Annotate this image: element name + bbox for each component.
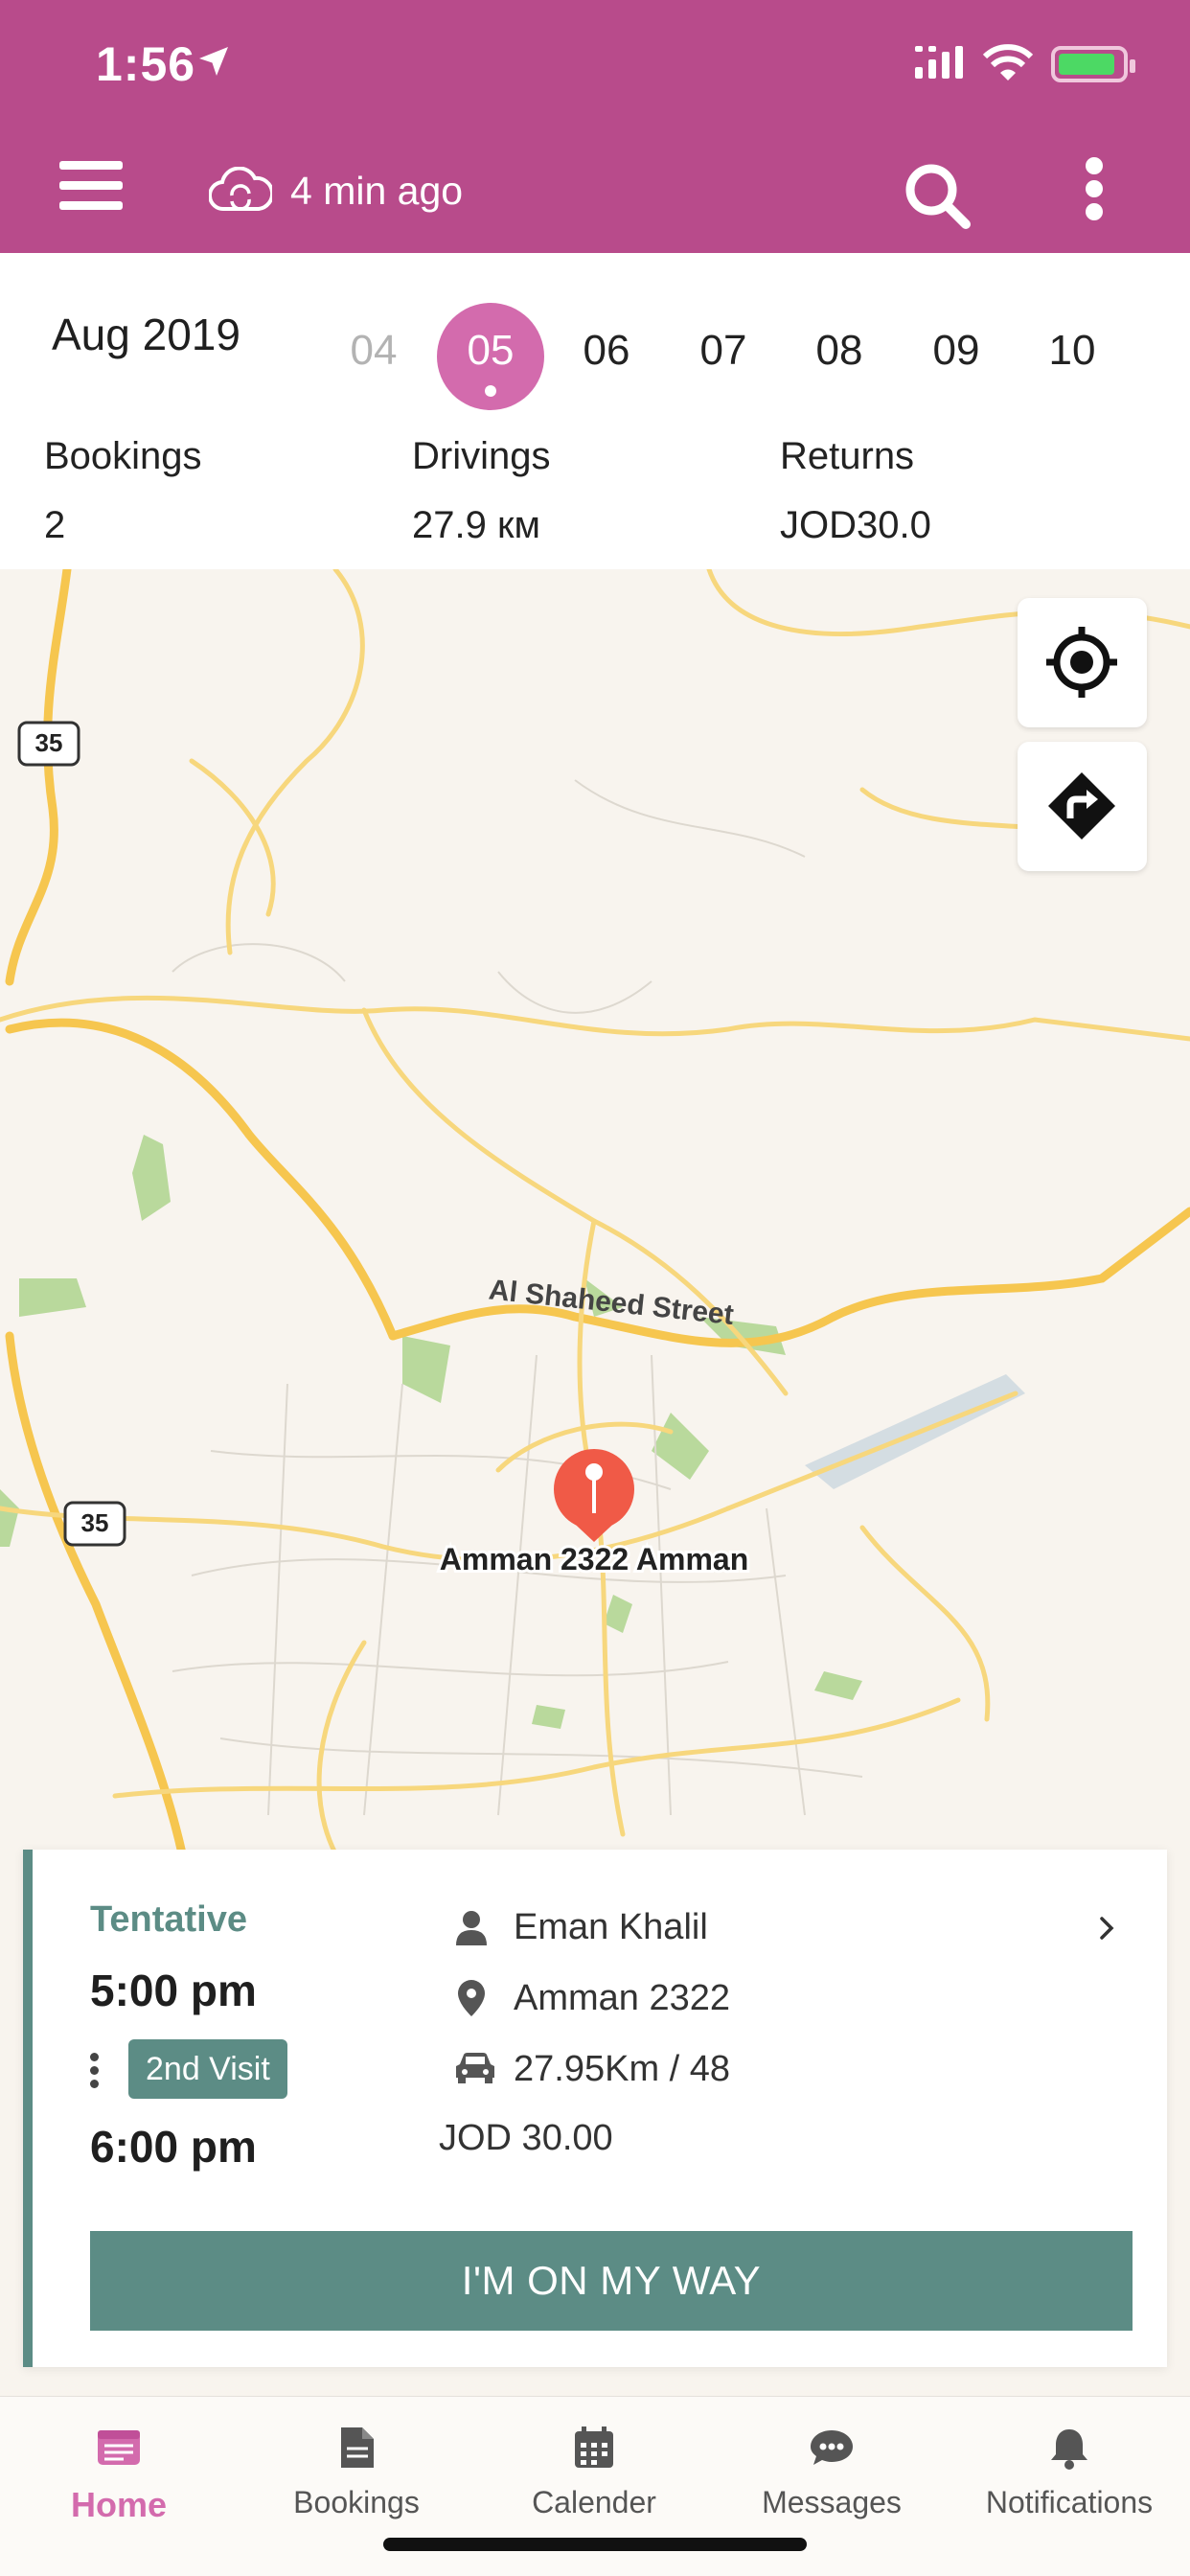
calendar-icon	[575, 2426, 613, 2468]
location-pin-icon	[458, 1980, 485, 2016]
document-icon	[341, 2427, 374, 2468]
booking-card[interactable]: Tentative 5:00 pm 2nd Visit 6:00 pm Eman…	[23, 1850, 1167, 2367]
day-item-selected[interactable]: 05	[437, 303, 544, 410]
returns-stat-label: Returns	[780, 435, 915, 477]
route-shield: 35	[17, 721, 80, 767]
day-item[interactable]: 06	[553, 303, 660, 410]
battery-icon	[1051, 46, 1135, 82]
timeline-dots-icon	[90, 2053, 100, 2093]
summary-panel: Aug 2019 04 05 06 07 08 09 10 Bookings 2…	[0, 253, 1190, 569]
booking-location: Amman 2322	[514, 1978, 731, 2018]
directions-icon	[1048, 772, 1115, 840]
end-time: 6:00 pm	[90, 2122, 257, 2172]
tab-label: Bookings	[293, 2485, 420, 2519]
chat-icon	[811, 2430, 853, 2465]
tab-label: Calender	[532, 2485, 656, 2519]
more-options-icon[interactable]	[1086, 157, 1105, 220]
car-icon	[456, 2053, 494, 2083]
day-item[interactable]: 09	[903, 303, 1010, 410]
day-item[interactable]: 04	[320, 303, 427, 410]
customer-name: Eman Khalil	[514, 1907, 708, 1947]
bookings-stat-value: 2	[44, 504, 66, 546]
bookings-stat-label: Bookings	[44, 435, 202, 477]
location-arrow-icon	[199, 47, 228, 76]
home-icon	[98, 2430, 140, 2465]
tab-label: Messages	[762, 2485, 902, 2519]
person-icon	[456, 1911, 487, 1945]
crosshair-icon	[1046, 627, 1117, 698]
svg-text:35: 35	[81, 1508, 109, 1537]
route-shield: 35	[63, 1501, 126, 1547]
bell-icon	[1051, 2429, 1087, 2470]
tab-label: Home	[70, 2485, 168, 2524]
app-header: 1:56 4 min ago	[0, 0, 1190, 253]
home-indicator[interactable]	[383, 2538, 807, 2551]
booking-price: JOD 30.00	[439, 2118, 613, 2158]
drivings-stat-value: 27.9 км	[412, 504, 540, 546]
wifi-icon	[982, 44, 1034, 80]
directions-button[interactable]	[1018, 742, 1147, 871]
svg-text:35: 35	[35, 728, 63, 757]
tab-notifications[interactable]: Notifications	[950, 2424, 1188, 2520]
drivings-stat-label: Drivings	[412, 435, 551, 477]
pin-label: Amman 2322 Amman	[440, 1542, 749, 1576]
chevron-right-icon[interactable]	[1096, 1911, 1119, 1945]
day-item[interactable]: 08	[786, 303, 893, 410]
tab-home[interactable]: Home	[0, 2424, 238, 2525]
hamburger-menu-icon[interactable]	[59, 161, 123, 211]
day-item[interactable]: 10	[1018, 303, 1126, 410]
tab-bookings[interactable]: Bookings	[238, 2424, 475, 2520]
on-my-way-button[interactable]: I'M ON MY WAY	[90, 2231, 1133, 2331]
tab-label: Notifications	[985, 2485, 1154, 2519]
start-time: 5:00 pm	[90, 1966, 257, 2015]
tab-messages[interactable]: Messages	[713, 2424, 950, 2520]
month-label[interactable]: Aug 2019	[52, 309, 240, 360]
cellular-signal-icon	[915, 46, 963, 79]
search-icon[interactable]	[901, 159, 973, 232]
tab-calender[interactable]: Calender	[475, 2424, 713, 2520]
my-location-button[interactable]	[1018, 598, 1147, 727]
returns-stat-value: JOD30.0	[780, 504, 931, 546]
status-time: 1:56	[96, 37, 196, 91]
last-sync-label: 4 min ago	[290, 169, 464, 213]
cloud-sync-icon[interactable]	[209, 167, 272, 217]
booking-status: Tentative	[90, 1899, 248, 1940]
day-item[interactable]: 07	[670, 303, 777, 410]
booking-distance: 27.95Km / 48	[514, 2049, 731, 2089]
visit-badge: 2nd Visit	[128, 2039, 287, 2099]
